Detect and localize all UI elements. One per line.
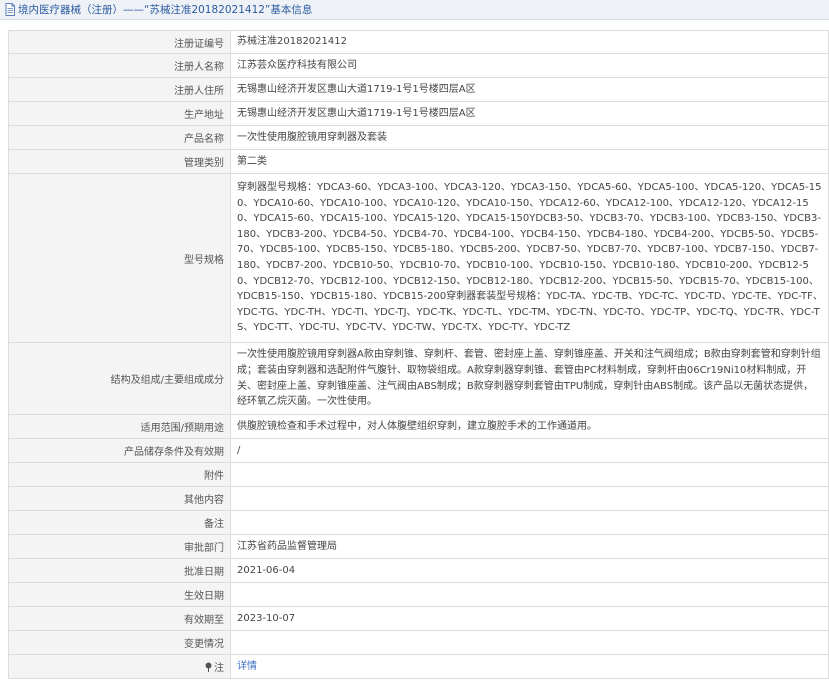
table-row: 产品名称 一次性使用腹腔镜用穿刺器及套装: [8, 125, 829, 150]
registration-info-table: 注册证编号 苏械注准20182021412 注册人名称 江苏芸众医疗科技有限公司…: [8, 30, 829, 679]
storage-validity: /: [230, 438, 829, 463]
model-specifications: 穿刺器型号规格：YDCA3-60、YDCA3-100、YDCA3-120、YDC…: [230, 173, 829, 343]
intended-use: 供腹腔镜检查和手术过程中，对人体腹壁组织穿刺，建立腹腔手术的工作通道用。: [230, 414, 829, 439]
table-row: 注册人名称 江苏芸众医疗科技有限公司: [8, 53, 829, 78]
row-label: 适用范围/预期用途: [8, 414, 231, 439]
table-row: 适用范围/预期用途 供腹腔镜检查和手术过程中，对人体腹壁组织穿刺，建立腹腔手术的…: [8, 414, 829, 439]
row-label: 产品储存条件及有效期: [8, 438, 231, 463]
row-label: 注册证编号: [8, 30, 231, 54]
row-label: 变更情况: [8, 630, 231, 655]
note-label: 注: [8, 654, 231, 679]
row-label: 生产地址: [8, 101, 231, 126]
row-label: 审批部门: [8, 534, 231, 559]
details-link[interactable]: 详情: [237, 661, 257, 672]
registrant-name: 江苏芸众医疗科技有限公司: [230, 53, 829, 78]
row-label: 结构及组成/主要组成成分: [8, 342, 231, 415]
table-row: 结构及组成/主要组成成分 一次性使用腹腔镜用穿刺器A款由穿刺锥、穿刺杆、套管、密…: [8, 342, 829, 415]
table-row: 型号规格 穿刺器型号规格：YDCA3-60、YDCA3-100、YDCA3-12…: [8, 173, 829, 343]
table-row: 备注: [8, 510, 829, 535]
document-icon: [5, 3, 15, 16]
table-row: 变更情况: [8, 630, 829, 655]
approval-date: 2021-06-04: [230, 558, 829, 583]
table-row: 生产地址 无锡惠山经济开发区惠山大道1719-1号1号楼四层A区: [8, 101, 829, 126]
table-row: 附件: [8, 462, 829, 487]
table-row: 产品储存条件及有效期 /: [8, 438, 829, 463]
pin-icon: [205, 662, 212, 672]
production-address: 无锡惠山经济开发区惠山大道1719-1号1号楼四层A区: [230, 101, 829, 126]
attachments: [230, 462, 829, 487]
row-label: 注册人名称: [8, 53, 231, 78]
note-value: 详情: [230, 654, 829, 679]
management-category: 第二类: [230, 149, 829, 174]
registration-number: 苏械注准20182021412: [230, 30, 829, 54]
row-label: 备注: [8, 510, 231, 535]
registrant-address: 无锡惠山经济开发区惠山大道1719-1号1号楼四层A区: [230, 77, 829, 102]
change-history: [230, 630, 829, 655]
table-row: 其他内容: [8, 486, 829, 511]
valid-until: 2023-10-07: [230, 606, 829, 631]
table-row: 审批部门 江苏省药品监督管理局: [8, 534, 829, 559]
table-row: 有效期至 2023-10-07: [8, 606, 829, 631]
table-row: 注册证编号 苏械注准20182021412: [8, 30, 829, 54]
page-title-bar: 境内医疗器械（注册）——“苏械注准20182021412”基本信息: [0, 0, 829, 20]
row-label: 其他内容: [8, 486, 231, 511]
row-label: 有效期至: [8, 606, 231, 631]
row-label: 注册人住所: [8, 77, 231, 102]
row-label: 批准日期: [8, 558, 231, 583]
table-row: 生效日期: [8, 582, 829, 607]
row-label: 注: [214, 663, 224, 674]
row-label: 生效日期: [8, 582, 231, 607]
structure-composition: 一次性使用腹腔镜用穿刺器A款由穿刺锥、穿刺杆、套管、密封座上盖、穿刺锥座盖、开关…: [230, 342, 829, 415]
approval-department: 江苏省药品监督管理局: [230, 534, 829, 559]
row-label: 管理类别: [8, 149, 231, 174]
remarks: [230, 510, 829, 535]
row-label: 附件: [8, 462, 231, 487]
row-label: 产品名称: [8, 125, 231, 150]
product-name: 一次性使用腹腔镜用穿刺器及套装: [230, 125, 829, 150]
table-row: 注册人住所 无锡惠山经济开发区惠山大道1719-1号1号楼四层A区: [8, 77, 829, 102]
effective-date: [230, 582, 829, 607]
table-row: 管理类别 第二类: [8, 149, 829, 174]
table-row: 批准日期 2021-06-04: [8, 558, 829, 583]
other-content: [230, 486, 829, 511]
table-row: 注 详情: [8, 654, 829, 679]
row-label: 型号规格: [8, 173, 231, 343]
page-title: 境内医疗器械（注册）——“苏械注准20182021412”基本信息: [18, 4, 313, 16]
